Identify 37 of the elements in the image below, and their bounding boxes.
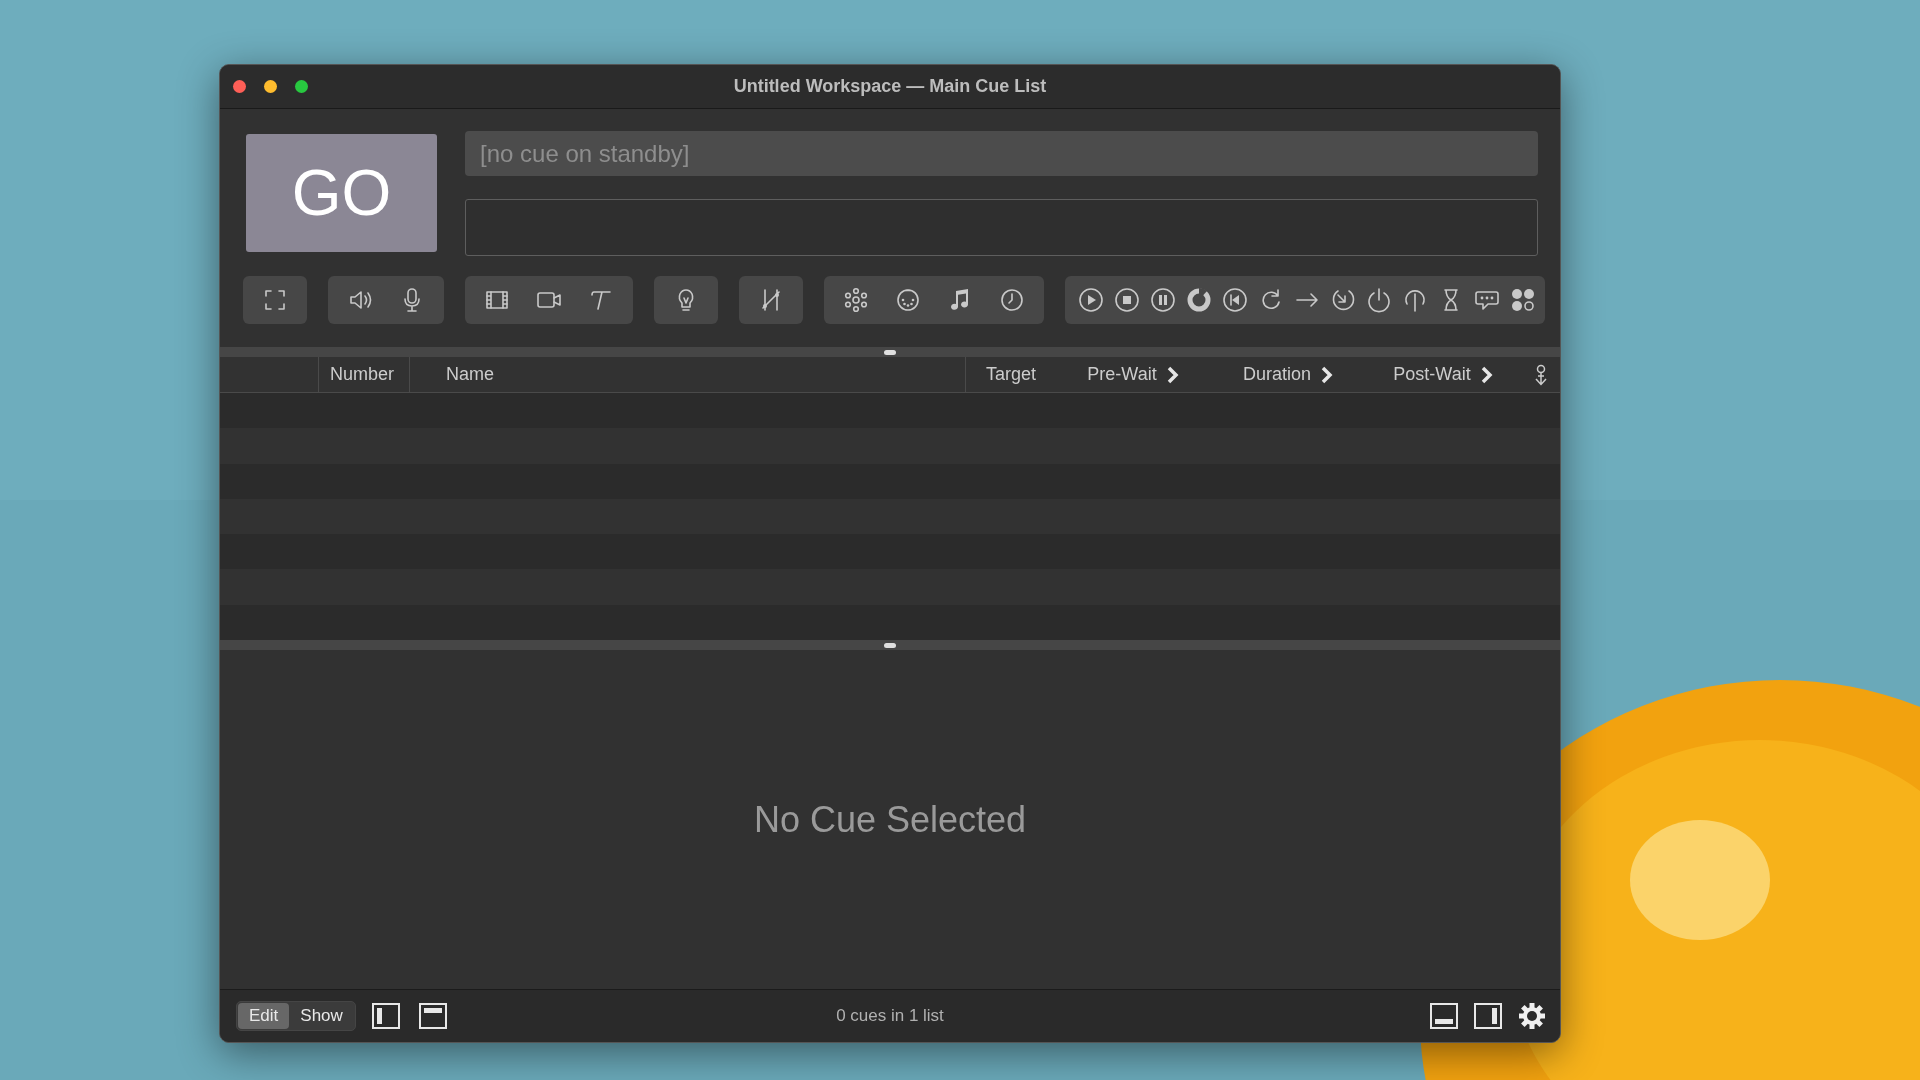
- minimize-button[interactable]: [264, 80, 277, 93]
- skip-back-icon[interactable]: [1221, 286, 1249, 314]
- top-panel-toggle-icon[interactable]: [418, 1003, 447, 1029]
- column-header[interactable]: Pre-Wait: [1087, 364, 1157, 385]
- zoom-button[interactable]: [295, 80, 308, 93]
- clock-icon[interactable]: [998, 286, 1026, 314]
- column-header[interactable]: Duration: [1242, 364, 1311, 385]
- mode-tab[interactable]: Edit: [238, 1003, 290, 1029]
- column-header[interactable]: Name: [446, 364, 494, 385]
- column-header[interactable]: Number: [330, 364, 395, 385]
- empty-inspector-message: No Cue Selected: [753, 798, 1027, 841]
- window-title: Untitled Workspace — Main Cue List: [733, 76, 1047, 97]
- play-icon[interactable]: [1077, 286, 1105, 314]
- settings-icon[interactable]: [1518, 1002, 1546, 1030]
- right-panel-toggle-icon[interactable]: [1474, 1003, 1502, 1029]
- stop-icon[interactable]: [1113, 286, 1141, 314]
- midi-port-icon[interactable]: [894, 286, 922, 314]
- status-text: 0 cues in 1 list: [836, 1006, 944, 1025]
- load-ring-icon[interactable]: [1185, 286, 1213, 314]
- go-button[interactable]: GO: [246, 134, 437, 252]
- chevron-icon[interactable]: [1165, 365, 1180, 384]
- close-button[interactable]: [233, 80, 246, 93]
- resize-handle[interactable]: [884, 349, 896, 355]
- resize-handle[interactable]: [884, 642, 896, 648]
- power-icon[interactable]: [1365, 286, 1393, 314]
- anchor-icon[interactable]: [1532, 363, 1549, 386]
- standby-field[interactable]: [no cue on standby]: [465, 131, 1538, 176]
- column-header[interactable]: Target: [986, 364, 1036, 385]
- pause-icon[interactable]: [1149, 286, 1177, 314]
- left-sidebar-toggle-icon[interactable]: [371, 1003, 400, 1029]
- four-dots-icon[interactable]: [1509, 286, 1537, 314]
- mode-tab[interactable]: Show: [289, 1003, 354, 1029]
- column-header[interactable]: Post-Wait: [1393, 364, 1471, 385]
- chevron-icon[interactable]: [1479, 365, 1494, 384]
- network-icon[interactable]: [842, 286, 870, 314]
- bottom-panel-toggle-icon[interactable]: [1430, 1003, 1458, 1029]
- chevron-icon[interactable]: [1320, 365, 1334, 384]
